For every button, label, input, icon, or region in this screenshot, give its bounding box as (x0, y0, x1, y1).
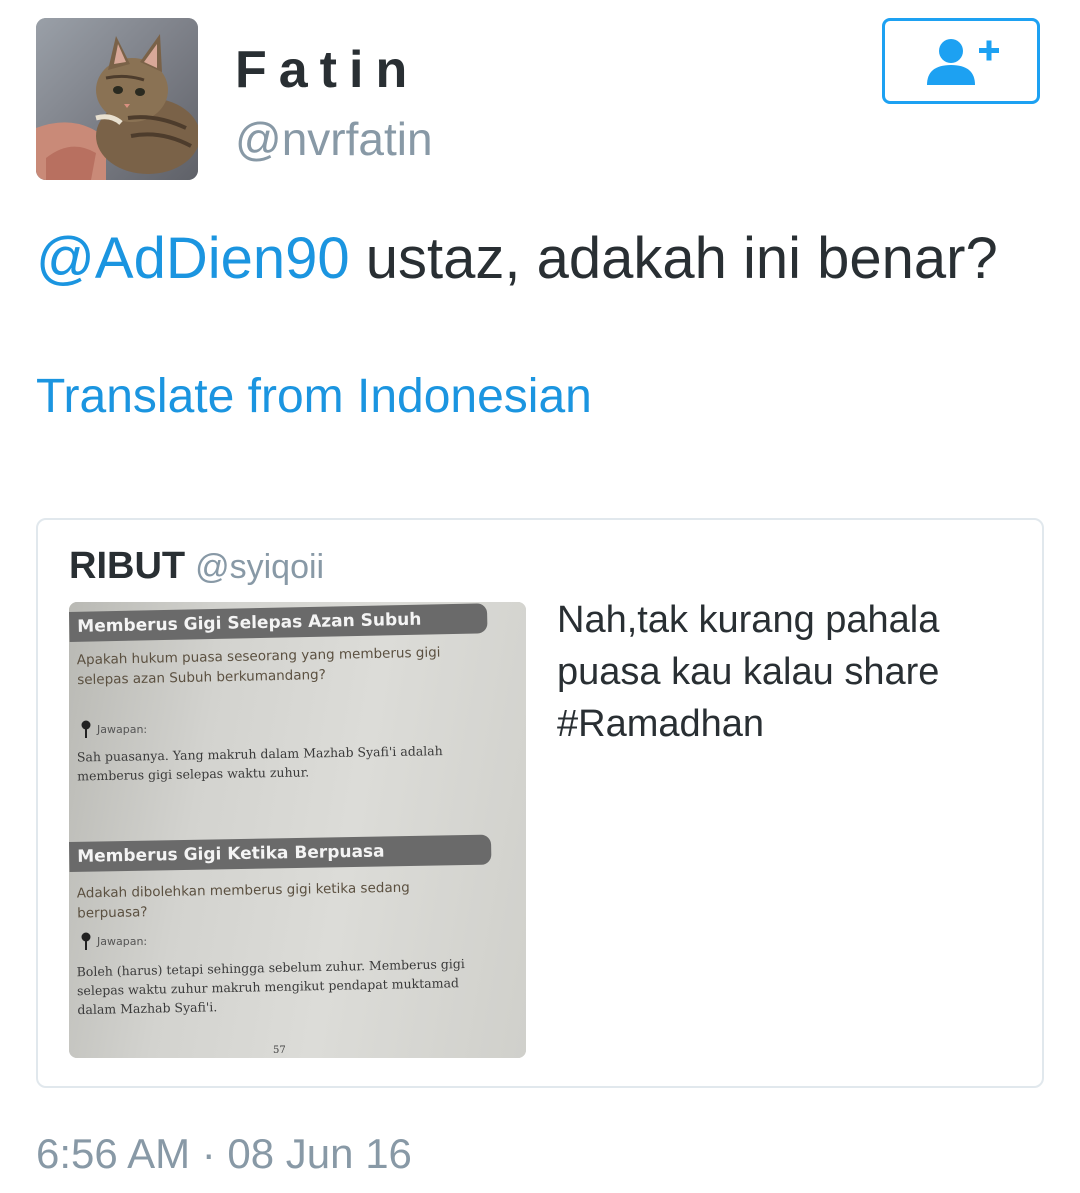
user-handle[interactable]: @nvrfatin (235, 112, 433, 166)
translate-link[interactable]: Translate from Indonesian (36, 368, 592, 426)
answer-label-text-2: Jawapan: (97, 934, 148, 948)
answer-label-2: Jawapan: (81, 932, 147, 950)
quoted-display-name: RIBUT (69, 545, 186, 587)
tweet-body: ustaz, adakah ini benar? (349, 226, 998, 291)
answer-label-text-1: Jawapan: (97, 722, 148, 736)
section-title-2: Memberus Gigi Ketika Berpuasa (69, 834, 492, 872)
book-page: Memberus Gigi Selepas Azan Subuh Apakah … (69, 602, 526, 1058)
quoted-handle: @syiqoii (195, 548, 325, 586)
kitten-avatar-image (36, 18, 198, 180)
quoted-tweet-header: RIBUT @syiqoii (69, 544, 324, 596)
avatar[interactable] (36, 18, 198, 180)
section-title-1: Memberus Gigi Selepas Azan Subuh (69, 603, 488, 642)
section-answer-2: Boleh (harus) tetapi sehingga sebelum zu… (76, 956, 465, 1018)
tweet-timestamp[interactable]: 6:56 AM · 08 Jun 16 (36, 1128, 412, 1180)
quoted-tweet-text: Nah,tak kurang pahala puasa kau kalau sh… (557, 599, 940, 745)
pin-icon (81, 720, 91, 738)
display-name[interactable]: Fatin (235, 40, 419, 100)
answer-label-1: Jawapan: (81, 720, 147, 738)
mention-link[interactable]: @AdDien90 (36, 226, 350, 291)
quoted-tweet-card[interactable]: RIBUT @syiqoii Memberus Gigi Selepas Azan… (36, 518, 1044, 1088)
section-answer-1: Sah puasanya. Yang makruh dalam Mazhab S… (76, 743, 443, 784)
add-user-icon (927, 39, 999, 85)
section-question-1: Apakah hukum puasa seseorang yang member… (76, 644, 441, 689)
page-number: 57 (273, 1045, 286, 1056)
follow-button[interactable] (882, 18, 1040, 104)
pin-icon (81, 932, 91, 950)
section-question-2: Adakah dibolehkan memberus gigi ketika s… (76, 879, 410, 922)
tweet-text: @AdDien90 ustaz, adakah ini benar? (36, 224, 998, 294)
quoted-media-image[interactable]: Memberus Gigi Selepas Azan Subuh Apakah … (69, 602, 526, 1058)
